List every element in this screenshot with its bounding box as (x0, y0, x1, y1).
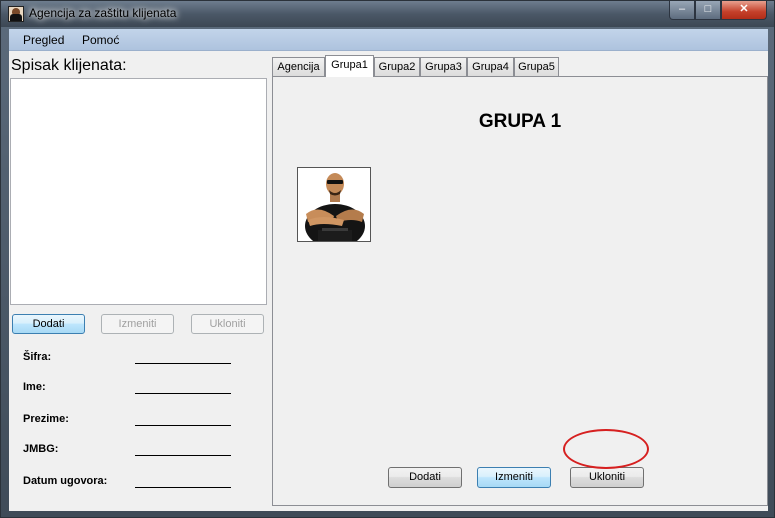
field-value-sifra (135, 363, 231, 364)
minimize-button[interactable]: – (669, 1, 695, 20)
group-remove-button[interactable]: Ukloniti (570, 467, 644, 488)
client-listbox[interactable] (10, 78, 267, 305)
window-title: Agencija za zaštitu klijenata (29, 6, 177, 20)
field-value-datum-ugovora (135, 487, 231, 488)
close-button[interactable]: ✕ (721, 1, 767, 20)
tab-grupa5[interactable]: Grupa5 (514, 57, 559, 76)
tab-agencija[interactable]: Agencija (272, 57, 325, 76)
tab-grupa3[interactable]: Grupa3 (420, 57, 467, 76)
tab-grupa1[interactable]: Grupa1 (325, 55, 374, 77)
menu-pomoc[interactable]: Pomoć (82, 33, 119, 47)
field-label-jmbg: JMBG: (23, 443, 59, 455)
app-window: Agencija za zaštitu klijenata – □ ✕ Preg… (0, 0, 775, 518)
highlight-circle (563, 429, 649, 469)
app-icon[interactable] (8, 6, 24, 22)
field-value-ime (135, 393, 231, 394)
field-label-ime: Ime: (23, 381, 46, 393)
field-value-jmbg (135, 455, 231, 456)
field-label-datum-ugovora: Datum ugovora: (23, 475, 108, 487)
left-add-button[interactable]: Dodati (12, 314, 85, 334)
bodyguard-image (305, 173, 365, 241)
tab-page-grupa1: GRUPA 1 Dodati Izmeniti Ukloniti (272, 76, 768, 506)
field-label-sifra: Šifra: (23, 351, 52, 363)
group-title: GRUPA 1 (478, 111, 562, 132)
group-add-button[interactable]: Dodati (388, 467, 462, 488)
maximize-button[interactable]: □ (695, 1, 721, 20)
field-label-prezime: Prezime: (23, 413, 69, 425)
left-remove-button[interactable]: Ukloniti (191, 314, 264, 334)
field-value-prezime (135, 425, 231, 426)
tab-grupa4[interactable]: Grupa4 (467, 57, 514, 76)
bodyguard-picture (297, 167, 371, 242)
client-list-title: Spisak klijenata: (11, 57, 127, 74)
menu-pregled[interactable]: Pregled (23, 33, 64, 47)
client-area: Pregled Pomoć Spisak klijenata: Dodati I… (9, 29, 768, 511)
menu-bar: Pregled Pomoć (9, 29, 768, 51)
group-edit-button[interactable]: Izmeniti (477, 467, 551, 488)
tab-grupa2[interactable]: Grupa2 (374, 57, 420, 76)
title-bar[interactable]: Agencija za zaštitu klijenata – □ ✕ (1, 1, 774, 27)
left-edit-button[interactable]: Izmeniti (101, 314, 174, 334)
